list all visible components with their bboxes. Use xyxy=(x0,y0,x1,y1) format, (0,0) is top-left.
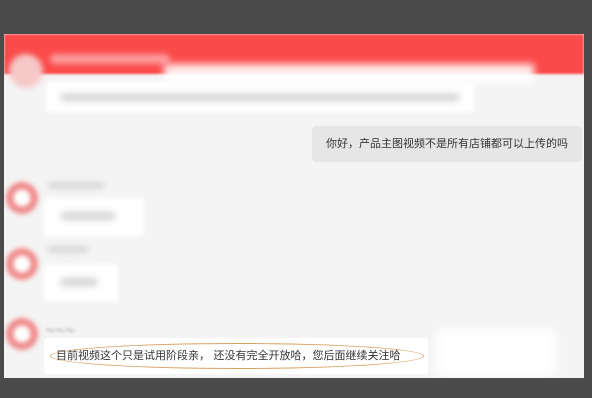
outgoing-message-text: 你好，产品主图视频不是所有店铺都可以上传的吗 xyxy=(326,137,568,150)
bottom-bar xyxy=(0,378,592,398)
incoming-message-redacted xyxy=(44,198,144,236)
chat-subtitle-redacted xyxy=(164,64,534,84)
chat-window: 你好，产品主图视频不是所有店铺都可以上传的吗 ～～～ 目前视频这个只是试用阶段亲… xyxy=(4,34,584,378)
system-notice-redacted xyxy=(46,82,474,112)
agent-avatar-icon xyxy=(6,248,38,280)
agent-avatar-icon xyxy=(6,318,38,350)
agent-name-redacted: ～～～ xyxy=(44,326,74,337)
redacted-area xyxy=(436,330,556,376)
reply-message-text: 目前视频这个只是试用阶段亲， 还没有完全开放哈，您后面继续关注哈 xyxy=(56,349,401,362)
screenshot-frame: 你好，产品主图视频不是所有店铺都可以上传的吗 ～～～ 目前视频这个只是试用阶段亲… xyxy=(0,0,592,398)
agent-name-redacted xyxy=(48,182,104,189)
agent-avatar-icon xyxy=(6,182,38,214)
outgoing-message-bubble: 你好，产品主图视频不是所有店铺都可以上传的吗 xyxy=(312,126,582,162)
incoming-message-redacted xyxy=(44,264,118,302)
agent-name-redacted xyxy=(48,246,88,253)
chat-title-redacted xyxy=(50,54,170,64)
shop-avatar-icon xyxy=(9,54,43,88)
